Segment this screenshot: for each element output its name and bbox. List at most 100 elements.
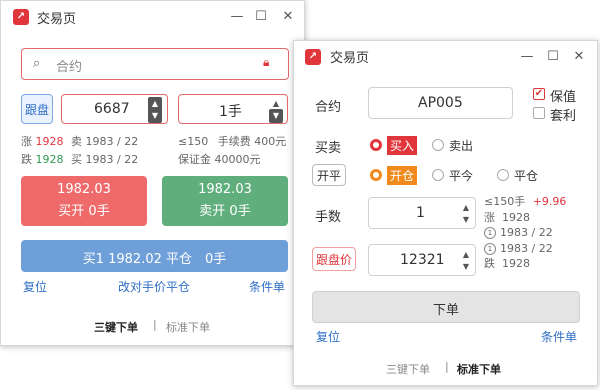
bid-label: 买 xyxy=(71,153,82,166)
up-limit-row: 涨 1928 xyxy=(484,210,566,226)
contract-value: AP005 xyxy=(418,95,463,111)
quote-2-value: 1983 / 22 xyxy=(500,241,553,255)
market-info: ≤150手 +9.96 涨 1928 1 1983 / 22 1 1983 / 22… xyxy=(484,194,566,272)
down-limit-row: 跌 1928 xyxy=(484,256,566,272)
condition-order-link[interactable]: 条件单 xyxy=(541,328,577,345)
qty-input[interactable]: 1手 ▲ ▼ xyxy=(178,94,288,124)
up-limit-value: 1928 xyxy=(502,210,530,224)
margin-label: 保证金 xyxy=(178,153,211,166)
app-logo-icon: ↗ xyxy=(13,9,29,25)
place-order-label: 下单 xyxy=(432,303,459,318)
bid-value: 1983 / 22 xyxy=(85,153,139,166)
search-placeholder: 合约 xyxy=(56,60,83,75)
minimize-icon[interactable]: — xyxy=(229,9,245,25)
close-today-label: 平今 xyxy=(449,169,474,183)
buy-open-button[interactable]: 1982.03 买开 0手 xyxy=(21,176,147,226)
tab-three-key[interactable]: 三键下单 xyxy=(386,361,430,377)
place-order-button[interactable]: 下单 xyxy=(312,291,580,323)
follow-button[interactable]: 跟盘 xyxy=(21,94,53,124)
limit-value: ≤150 xyxy=(178,135,209,148)
ask-label: 卖 xyxy=(71,135,82,148)
bs-label: 买卖 xyxy=(315,141,342,156)
minimize-icon[interactable]: — xyxy=(519,49,535,65)
buy-open-label: 买开 0手 xyxy=(58,204,110,219)
close-position-label: 买1 1982.02 平仓 0手 xyxy=(82,252,227,267)
open-close-button[interactable]: 开平 xyxy=(312,164,346,186)
limit-value: ≤150手 xyxy=(484,195,526,208)
info-row-4: 保证金 40000元 xyxy=(178,151,261,167)
up-limit-value: 1928 xyxy=(35,135,64,148)
price-input[interactable]: 6687 ▲ ▼ xyxy=(61,94,168,124)
tab-divider: | xyxy=(153,318,157,331)
contract-label: 合约 xyxy=(315,100,342,115)
qty-value: 1手 xyxy=(219,104,242,120)
sell-radio[interactable] xyxy=(432,139,444,151)
margin-value: 40000元 xyxy=(214,153,261,166)
maximize-icon[interactable]: ☐ xyxy=(545,49,561,65)
maximize-icon[interactable]: ☐ xyxy=(253,9,269,25)
hedge-checkbox[interactable]: ✔ xyxy=(533,88,545,100)
price-input[interactable]: 12321 ▲ ▼ xyxy=(368,244,476,276)
change-value: +9.96 xyxy=(532,195,567,208)
tab-standard[interactable]: 标准下单 xyxy=(166,319,210,335)
tab-standard[interactable]: 标准下单 xyxy=(457,361,501,377)
price-value: 12321 xyxy=(400,252,445,268)
fee-label: 手续费 xyxy=(217,135,251,148)
up-limit-label: 涨 xyxy=(21,135,32,148)
reset-link[interactable]: 复位 xyxy=(23,278,47,295)
lock-icon[interactable]: 🔒︎ xyxy=(263,55,269,70)
hedge-label: 保值 xyxy=(550,90,577,105)
qty-input[interactable]: 1 ▲ ▼ xyxy=(368,197,476,229)
contract-input[interactable]: AP005 xyxy=(368,87,513,119)
qty-down-icon[interactable]: ▼ xyxy=(269,109,283,123)
window-title: 交易页 xyxy=(330,51,370,66)
change-close-link[interactable]: 改对手价平仓 xyxy=(118,278,190,295)
close-radio[interactable] xyxy=(497,169,509,181)
buy-radio[interactable] xyxy=(370,139,382,151)
trade-window-right: ↗ 交易页 — ☐ ✕ 合约 AP005 ✔ 保值 套利 买卖 买入 卖出 开平… xyxy=(293,40,598,386)
sell-option-label: 卖出 xyxy=(449,139,474,153)
follow-price-button[interactable]: 跟盘价 xyxy=(312,247,356,271)
open-close-label: 开平 xyxy=(317,169,342,183)
sell-open-button[interactable]: 1982.03 卖开 0手 xyxy=(162,176,288,226)
tab-three-key[interactable]: 三键下单 xyxy=(94,319,138,335)
info-row-1: 涨 1928 卖 1983 / 22 xyxy=(21,133,138,149)
info-row-3: ≤150 手续费 400元 xyxy=(178,133,286,149)
down-limit-label: 跌 xyxy=(484,257,495,270)
close-icon[interactable]: ✕ xyxy=(571,49,587,65)
quote-row-2: 1 1983 / 22 xyxy=(484,241,566,257)
close-icon[interactable]: ✕ xyxy=(280,9,296,25)
buy-option-label: 买入 xyxy=(387,136,418,155)
price-down-icon[interactable]: ▼ xyxy=(459,260,473,274)
search-icon: ⌕ xyxy=(33,56,41,71)
price-value: 6687 xyxy=(94,101,130,117)
info-row-2: 跌 1928 买 1983 / 22 xyxy=(21,151,138,167)
ask-value: 1983 / 22 xyxy=(85,135,139,148)
open-radio[interactable] xyxy=(370,169,382,181)
qty-down-icon[interactable]: ▼ xyxy=(459,213,473,227)
down-limit-value: 1928 xyxy=(35,153,64,166)
down-limit-value: 1928 xyxy=(502,257,530,270)
sell-open-price: 1982.03 xyxy=(198,182,252,197)
arbitrage-label: 套利 xyxy=(550,109,577,124)
buy-open-price: 1982.03 xyxy=(57,182,111,197)
app-logo-icon: ↗ xyxy=(305,49,321,65)
arbitrage-checkbox[interactable] xyxy=(533,107,545,119)
qty-value: 1 xyxy=(416,205,425,221)
quote-2-icon: 1 xyxy=(484,242,496,255)
reset-link[interactable]: 复位 xyxy=(316,328,340,345)
down-limit-label: 跌 xyxy=(21,153,32,166)
condition-order-link[interactable]: 条件单 xyxy=(249,278,285,295)
tab-divider: | xyxy=(445,360,449,373)
close-today-radio[interactable] xyxy=(432,169,444,181)
sell-open-label: 卖开 0手 xyxy=(199,204,251,219)
close-position-button[interactable]: 买1 1982.02 平仓 0手 xyxy=(21,240,288,272)
limit-row: ≤150手 +9.96 xyxy=(484,194,566,210)
up-limit-label: 涨 xyxy=(484,210,495,224)
quote-1-icon: 1 xyxy=(484,227,496,239)
open-option-label: 开仓 xyxy=(387,166,418,185)
qty-label: 手数 xyxy=(315,210,342,225)
price-down-icon[interactable]: ▼ xyxy=(148,109,162,123)
follow-button-label: 跟盘 xyxy=(25,103,50,117)
contract-search-input[interactable]: ⌕ 合约 🔒︎ xyxy=(21,48,289,80)
